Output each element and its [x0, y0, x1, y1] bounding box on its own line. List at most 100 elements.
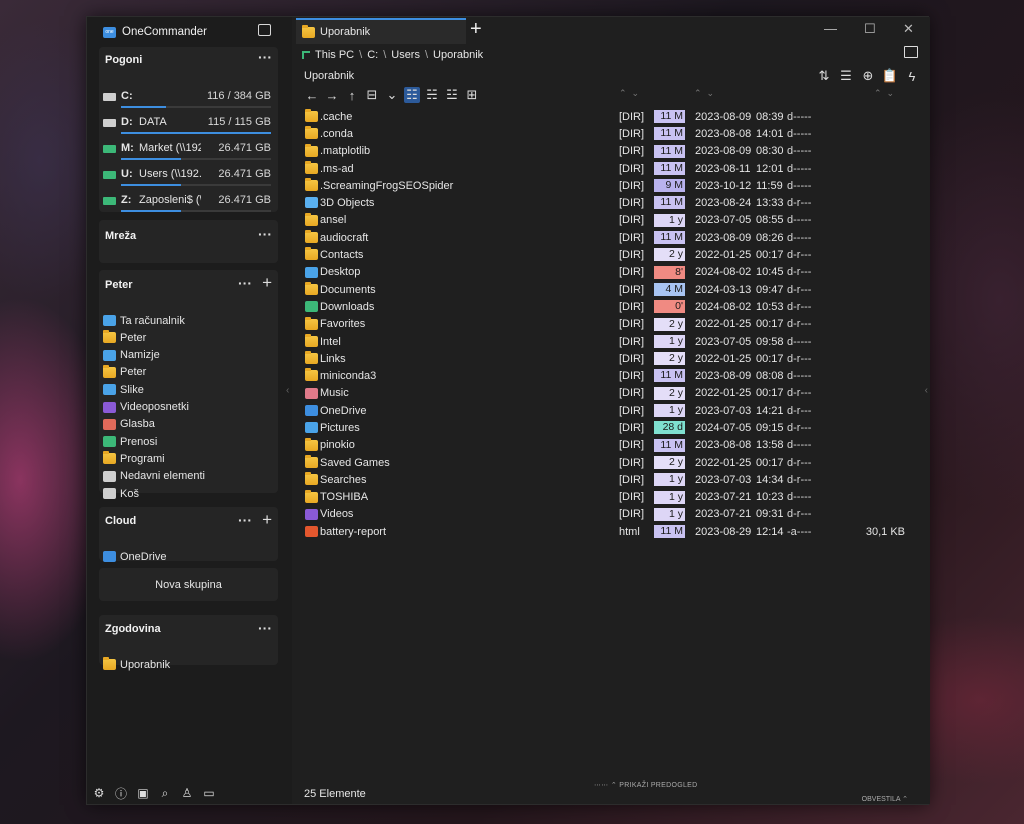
sidebar-item[interactable]: Peter — [103, 364, 146, 381]
file-row[interactable]: Contacts [DIR] 2 y 2022-01-25 00:17 d-r--- — [304, 246, 914, 263]
filter-list-icon[interactable]: ☰ — [838, 68, 854, 84]
lightning-icon[interactable]: ϟ — [904, 68, 920, 84]
drive-item[interactable]: C: 116 / 384 GB — [103, 89, 273, 115]
file-row[interactable]: .ms-ad [DIR] 11 M 2023-08-11 12:01 d----- — [304, 160, 914, 177]
file-row[interactable]: audiocraft [DIR] 11 M 2023-08-09 08:26 d----- — [304, 229, 914, 246]
file-row[interactable]: Downloads [DIR] 0' 2024-08-02 10:53 d-r--- — [304, 298, 914, 315]
file-row[interactable]: Links [DIR] 2 y 2022-01-25 00:17 d-r--- — [304, 350, 914, 367]
sidebar-item[interactable]: Uporabnik — [103, 656, 170, 673]
back-icon[interactable]: ← — [304, 87, 320, 103]
file-row[interactable]: .matplotlib [DIR] 11 M 2023-08-09 08:30 d----… — [304, 143, 914, 160]
monitor-icon — [103, 315, 116, 326]
settings-icon[interactable]: ⚙ — [91, 785, 107, 801]
info-icon[interactable]: ⓘ — [113, 785, 129, 801]
breadcrumb-this-pc[interactable]: This PC — [315, 49, 354, 61]
file-row[interactable]: Videos [DIR] 1 y 2023-07-21 09:31 d-r--- — [304, 506, 914, 523]
breadcrumb-users[interactable]: Users — [391, 49, 420, 61]
file-row[interactable]: Pictures [DIR] 28 d 2024-07-05 09:15 d-r--- — [304, 419, 914, 436]
file-name: Pictures — [320, 421, 360, 434]
sidebar-item[interactable]: Peter — [103, 329, 146, 346]
new-window-icon[interactable] — [258, 24, 271, 36]
file-time: 14:21 — [756, 404, 784, 417]
close-icon[interactable]: ✕ — [903, 21, 914, 37]
file-name: miniconda3 — [320, 370, 377, 383]
maximize-icon[interactable]: ☐ — [864, 21, 876, 37]
search-icon[interactable]: ⌕ — [157, 785, 173, 801]
collapse-right-icon[interactable]: ‹ — [925, 385, 928, 396]
add-icon[interactable]: + — [262, 274, 272, 291]
more-icon[interactable]: ··· — [238, 276, 252, 290]
more-icon[interactable]: ··· — [258, 50, 272, 64]
collapse-left-icon[interactable]: ‹ — [286, 385, 289, 396]
file-row[interactable]: .conda [DIR] 11 M 2023-08-08 14:01 d----- — [304, 125, 914, 142]
drive-item[interactable]: Z: Zaposleni$ (\\1... 26.471 GB — [103, 193, 273, 219]
grid-view-icon[interactable]: ⊞ — [464, 87, 480, 103]
sidebar-item[interactable]: OneDrive — [103, 548, 166, 565]
file-row[interactable]: 3D Objects [DIR] 11 M 2023-08-24 13:33 d-r--- — [304, 194, 914, 211]
add-icon[interactable]: + — [262, 511, 272, 528]
file-row[interactable]: Saved Games [DIR] 2 y 2022-01-25 00:17 d-r--- — [304, 454, 914, 471]
minimize-icon[interactable]: — — [824, 21, 837, 36]
file-row[interactable]: OneDrive [DIR] 1 y 2023-07-03 14:21 d-r--- — [304, 402, 914, 419]
onedrive-icon — [305, 405, 318, 417]
sidebar-item[interactable]: Namizje — [103, 347, 160, 364]
file-row[interactable]: Searches [DIR] 1 y 2023-07-03 14:34 d-r--- — [304, 471, 914, 488]
more-icon[interactable]: ··· — [258, 227, 272, 241]
clipboard-icon[interactable]: 📋 — [882, 68, 898, 84]
file-row[interactable]: TOSHIBA [DIR] 1 y 2023-07-21 10:23 d----- — [304, 489, 914, 506]
file-row[interactable]: Favorites [DIR] 2 y 2022-01-25 00:17 d-r--- — [304, 316, 914, 333]
new-group-button[interactable]: Nova skupina — [99, 568, 278, 601]
new-item-icon[interactable]: ⊕ — [860, 68, 876, 84]
account-icon[interactable]: ♙ — [179, 785, 195, 801]
breadcrumb-uporabnik[interactable]: Uporabnik — [433, 49, 483, 61]
folder-icon — [305, 160, 318, 174]
file-row[interactable]: .ScreamingFrogSEOSpider [DIR] 9 M 2023-10-1… — [304, 177, 914, 194]
window-icon[interactable]: ▭ — [201, 785, 217, 801]
file-row[interactable]: Music [DIR] 2 y 2022-01-25 00:17 d-r--- — [304, 385, 914, 402]
sidebar-item[interactable]: Koš — [103, 485, 139, 502]
up-icon[interactable]: ↑ — [344, 87, 360, 103]
sidebar-item[interactable]: Prenosi — [103, 433, 157, 450]
drive-item[interactable]: M: Market (\\192.1... 26.471 GB — [103, 141, 273, 167]
sidebar-item[interactable]: Videoposnetki — [103, 399, 189, 416]
add-tab-icon[interactable]: + — [470, 19, 482, 39]
file-row[interactable]: Documents [DIR] 4 M 2024-03-13 09:47 d-r--- — [304, 281, 914, 298]
tiles-view-icon[interactable]: ☳ — [444, 87, 460, 103]
sidebar-item[interactable]: Glasba — [103, 416, 155, 433]
new-folder-icon[interactable]: ⊟ — [364, 87, 380, 103]
file-row[interactable]: battery-report html 11 M 2023-08-29 12:14 -a-… — [304, 523, 914, 540]
more-icon[interactable]: ··· — [258, 621, 272, 635]
chevron-down-icon[interactable]: ⌄ — [384, 87, 400, 103]
file-row[interactable]: ansel [DIR] 1 y 2023-07-05 08:55 d----- — [304, 212, 914, 229]
file-row[interactable]: miniconda3 [DIR] 11 M 2023-08-09 08:08 d----- — [304, 367, 914, 384]
sort-arrows[interactable]: ⌃⌄ — [619, 88, 644, 99]
drive-item[interactable]: D: DATA 115 / 115 GB — [103, 115, 273, 141]
sidebar-item[interactable]: Slike — [103, 381, 144, 398]
show-preview-button[interactable]: ⋯⋯ ⌃ PRIKAŽI PREDOGLED — [594, 781, 698, 789]
file-row[interactable]: Desktop [DIR] 8' 2024-08-02 10:45 d-r--- — [304, 264, 914, 281]
breadcrumb: This PC \ C: \ Users \ Uporabnik — [302, 45, 483, 65]
list-view-icon[interactable]: ☵ — [424, 87, 440, 103]
details-view-icon[interactable]: ☷ — [404, 87, 420, 103]
forward-icon[interactable]: → — [324, 87, 340, 103]
sort-icon[interactable]: ⇅ — [816, 68, 832, 84]
layout-icon[interactable]: ▣ — [135, 785, 151, 801]
file-row[interactable]: .cache [DIR] 11 M 2023-08-09 08:39 d----- — [304, 108, 914, 125]
columns-icon[interactable] — [904, 46, 918, 58]
sidebar-item[interactable]: Programi — [103, 450, 165, 467]
drive-item[interactable]: U: Users (\\192.168... 26.471 GB — [103, 167, 273, 193]
file-row[interactable]: Intel [DIR] 1 y 2023-07-05 09:58 d----- — [304, 333, 914, 350]
sort-arrows[interactable]: ⌃⌄ — [874, 88, 899, 99]
sort-arrows[interactable]: ⌃⌄ — [694, 88, 719, 99]
file-name: Contacts — [320, 249, 364, 262]
tab-uporabnik[interactable]: Uporabnik — [296, 18, 466, 44]
notifications-button[interactable]: OBVESTILA ⌃ — [862, 795, 908, 803]
more-icon[interactable]: ··· — [238, 513, 252, 527]
sidebar-item[interactable]: Nedavni elementi — [103, 468, 205, 485]
sidebar-item-label: Peter — [120, 331, 147, 344]
folder-icon — [305, 437, 318, 451]
file-row[interactable]: pinokio [DIR] 11 M 2023-08-08 13:58 d----- — [304, 437, 914, 454]
breadcrumb-drive[interactable]: C: — [367, 49, 378, 61]
sidebar-item[interactable]: Ta računalnik — [103, 312, 185, 329]
recent-icon — [103, 470, 116, 482]
